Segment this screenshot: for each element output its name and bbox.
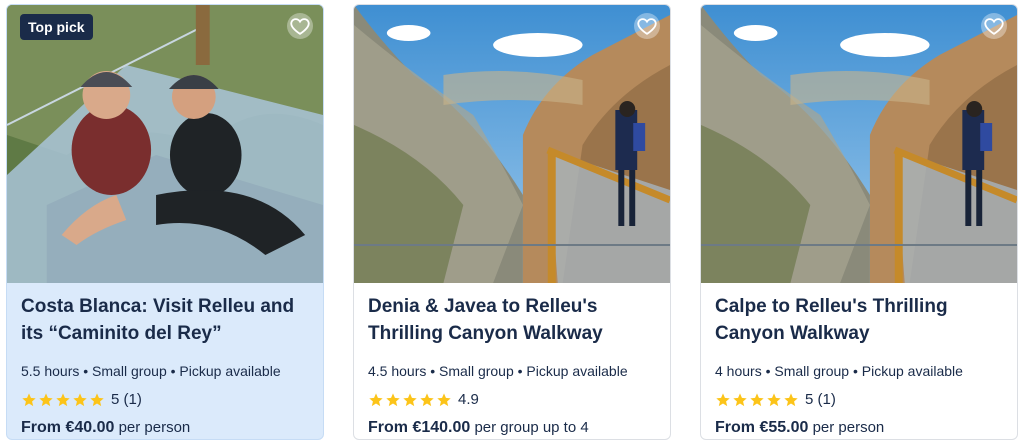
activity-photo[interactable]: Top pick [7, 5, 323, 283]
star-icon [733, 392, 747, 406]
star-icon [750, 392, 764, 406]
activity-title[interactable]: Calpe to Relleu's Thrilling Canyon Walkw… [715, 293, 1003, 349]
activity-card-list: Top pick Costa Blanca: Visit Relleu and … [0, 0, 1024, 448]
activity-photo[interactable] [354, 5, 670, 283]
rating: 4.9 [368, 391, 656, 408]
star-icon [39, 392, 53, 406]
rating-text: 5 (1) [805, 391, 836, 408]
star-icon [403, 392, 417, 406]
star-icon [90, 392, 104, 406]
price-unit: per person [812, 419, 885, 436]
activity-card[interactable]: Denia & Javea to Relleu's Thrilling Cany… [353, 4, 671, 440]
price: From €140.00 per group up to 4 [368, 419, 656, 437]
activity-title[interactable]: Costa Blanca: Visit Relleu and its “Cami… [21, 293, 309, 349]
star-icon [716, 392, 730, 406]
star-icon [386, 392, 400, 406]
price-unit: per group up to 4 [474, 419, 589, 436]
rating-stars [21, 392, 105, 408]
wishlist-heart-icon[interactable] [981, 13, 1007, 39]
star-icon [56, 392, 70, 406]
activity-photo[interactable] [701, 5, 1017, 283]
wishlist-heart-icon[interactable] [634, 13, 660, 39]
star-icon [22, 392, 36, 406]
star-icon [767, 392, 781, 406]
activity-meta: 4.5 hours • Small group • Pickup availab… [368, 363, 628, 379]
rating: 5 (1) [715, 391, 1003, 408]
rating: 5 (1) [21, 391, 309, 408]
star-icon [369, 392, 383, 406]
activity-card[interactable]: Calpe to Relleu's Thrilling Canyon Walkw… [700, 4, 1018, 440]
wishlist-heart-icon[interactable] [287, 13, 313, 39]
activity-meta: 5.5 hours • Small group • Pickup availab… [21, 363, 281, 379]
price-from: From €40.00 [21, 419, 115, 436]
star-icon [73, 392, 87, 406]
card-body: Costa Blanca: Visit Relleu and its “Cami… [7, 283, 323, 437]
price-from: From €55.00 [715, 419, 809, 436]
activity-card[interactable]: Top pick Costa Blanca: Visit Relleu and … [6, 4, 324, 440]
card-body: Denia & Javea to Relleu's Thrilling Cany… [354, 283, 670, 437]
top-pick-badge: Top pick [20, 14, 93, 40]
rating-stars [368, 392, 452, 408]
star-icon [420, 392, 434, 406]
star-icon [437, 392, 451, 406]
price-from: From €140.00 [368, 419, 471, 436]
star-icon [784, 392, 798, 406]
activity-meta: 4 hours • Small group • Pickup available [715, 363, 963, 379]
price: From €55.00 per person [715, 419, 1003, 437]
price-unit: per person [118, 419, 191, 436]
rating-stars [715, 392, 799, 408]
rating-text: 5 (1) [111, 391, 142, 408]
activity-title[interactable]: Denia & Javea to Relleu's Thrilling Cany… [368, 293, 656, 349]
price: From €40.00 per person [21, 419, 309, 437]
card-body: Calpe to Relleu's Thrilling Canyon Walkw… [701, 283, 1017, 437]
rating-text: 4.9 [458, 391, 479, 408]
